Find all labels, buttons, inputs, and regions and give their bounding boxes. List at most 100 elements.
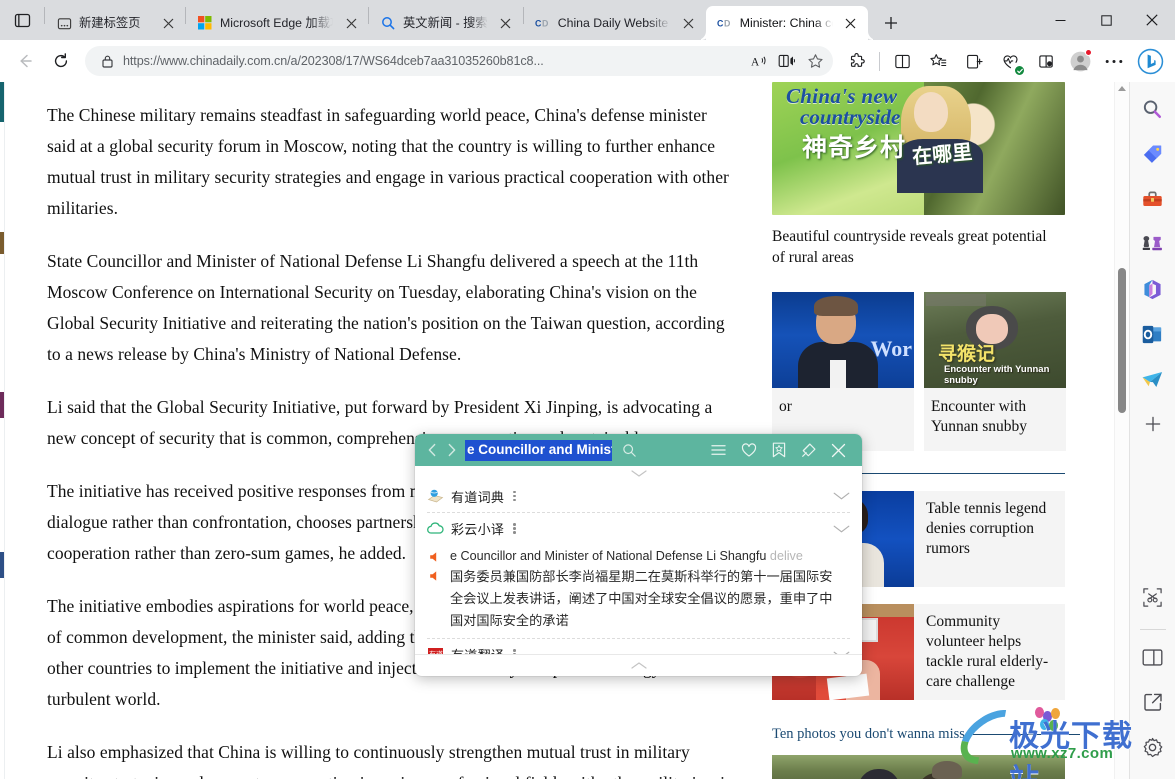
hero-overlay-cn1: 神奇乡村 bbox=[802, 134, 907, 162]
back-button[interactable] bbox=[9, 45, 41, 77]
engine-row-caiyun[interactable]: 彩云小译 bbox=[427, 512, 850, 544]
close-window-button[interactable] bbox=[1129, 0, 1175, 40]
rail-card-1[interactable]: 寻猴记 Encounter with Yunnan snubby Encount… bbox=[924, 292, 1066, 451]
collections-icon[interactable] bbox=[922, 45, 954, 77]
microsoft-365-icon[interactable] bbox=[1137, 273, 1169, 305]
settings-more-icon[interactable] bbox=[1098, 45, 1130, 77]
minimize-button[interactable] bbox=[1037, 0, 1083, 40]
search-icon[interactable] bbox=[616, 438, 642, 462]
scroll-up-arrow[interactable] bbox=[1118, 86, 1126, 91]
read-aloud-icon[interactable]: A bbox=[745, 48, 773, 74]
translation-popup-footer[interactable] bbox=[415, 654, 862, 676]
snip-scissors-icon[interactable] bbox=[1137, 581, 1169, 613]
tab-search-icon bbox=[14, 13, 30, 27]
thumb-overlay-text: Wor bbox=[870, 336, 912, 361]
engine-options-icon[interactable] bbox=[513, 523, 516, 534]
split-screen-icon[interactable] bbox=[886, 45, 918, 77]
navigation-toolbar: https://www.chinadaily.com.cn/a/202308/1… bbox=[0, 40, 1175, 82]
extensions-puzzle-icon[interactable] bbox=[841, 45, 873, 77]
china-daily-icon: C D bbox=[535, 15, 551, 31]
tab-close-button[interactable] bbox=[340, 12, 362, 34]
site-lock-icon[interactable] bbox=[101, 54, 114, 68]
toolbar-separator bbox=[879, 51, 880, 71]
engine-row-youdao-fanyi[interactable]: 有道 有道翻译 bbox=[427, 638, 850, 654]
immersive-reader-icon[interactable] bbox=[773, 48, 801, 74]
new-tab-button[interactable] bbox=[874, 6, 908, 40]
search-icon[interactable] bbox=[1137, 93, 1169, 125]
tab-list: 新建标签页 Microsoft Edge 加载项 英文新闻 - 搜索 C D C… bbox=[44, 0, 908, 40]
tab-actions-button[interactable] bbox=[0, 0, 44, 40]
open-external-icon[interactable] bbox=[1137, 686, 1169, 718]
photos-strip-thumbnail[interactable] bbox=[772, 755, 1065, 779]
heart-icon[interactable] bbox=[735, 437, 762, 463]
translation-target-text: 国务委员兼国防部长李尚福星期二在莫斯科举行的第十一届国际安全会议上发表讲话，阐述… bbox=[450, 569, 833, 628]
engine-name: 有道词典 bbox=[451, 489, 505, 505]
back-chevron-icon[interactable] bbox=[423, 439, 442, 461]
browser-essentials-icon[interactable] bbox=[994, 45, 1026, 77]
thumb-overlay-cn: 寻猴记 bbox=[938, 344, 996, 365]
address-bar[interactable]: https://www.chinadaily.com.cn/a/202308/1… bbox=[85, 46, 833, 76]
rail-card-0[interactable]: Wor or bbox=[772, 292, 914, 451]
tab-title: China Daily Website - bbox=[557, 16, 671, 30]
tab-close-button[interactable] bbox=[840, 12, 862, 34]
shopping-tag-icon[interactable] bbox=[1137, 138, 1169, 170]
essentials-ok-badge bbox=[1015, 66, 1024, 75]
bing-copilot-icon[interactable] bbox=[1134, 45, 1166, 77]
menu-icon[interactable] bbox=[705, 437, 732, 463]
profile-avatar-icon[interactable] bbox=[1064, 45, 1096, 77]
tab-close-button[interactable] bbox=[157, 12, 179, 34]
scrollbar-thumb[interactable] bbox=[1118, 268, 1126, 413]
page-viewport: The Chinese military remains steadfast i… bbox=[0, 82, 1175, 779]
tab-close-button[interactable] bbox=[495, 12, 517, 34]
translation-popup[interactable]: e Councillor and Minister bbox=[415, 434, 862, 676]
bing-search-icon bbox=[380, 15, 396, 31]
page-scrollbar[interactable] bbox=[1114, 82, 1129, 779]
engine-options-icon[interactable] bbox=[513, 490, 516, 502]
hero-caption-link[interactable]: Beautiful countryside reveals great pote… bbox=[772, 226, 1052, 268]
ten-photos-label: Ten photos you don't wanna miss bbox=[772, 726, 965, 742]
close-icon[interactable] bbox=[825, 437, 852, 463]
tab-0[interactable]: 新建标签页 bbox=[45, 6, 185, 40]
drop-icon[interactable] bbox=[1030, 45, 1062, 77]
add-tab-to-collection-icon[interactable] bbox=[958, 45, 990, 77]
caiyun-logo-icon bbox=[427, 520, 444, 537]
tab-1[interactable]: Microsoft Edge 加载项 bbox=[186, 6, 368, 40]
thumb-shirt-shape bbox=[830, 360, 846, 388]
tab-3[interactable]: C D China Daily Website - bbox=[524, 6, 706, 40]
ten-photos-link[interactable]: Ten photos you don't wanna miss bbox=[772, 726, 1080, 743]
hero-video-thumbnail[interactable]: China's new countryside 神奇乡村 在哪里 bbox=[772, 82, 1065, 215]
tools-toolbox-icon[interactable] bbox=[1137, 183, 1169, 215]
engine-row-youdao-dict[interactable]: 有道词典 bbox=[427, 480, 850, 512]
translation-query-text[interactable]: e Councillor and Minister bbox=[465, 439, 612, 461]
chevron-down-icon[interactable] bbox=[833, 646, 850, 654]
china-daily-icon: C D bbox=[717, 15, 733, 31]
outlook-icon[interactable] bbox=[1137, 318, 1169, 350]
forward-chevron-icon[interactable] bbox=[442, 439, 461, 461]
chevron-down-icon[interactable] bbox=[833, 520, 850, 538]
engine-options-icon[interactable] bbox=[513, 649, 516, 654]
hero-person-face bbox=[913, 92, 948, 132]
chevron-down-icon[interactable] bbox=[833, 487, 850, 505]
paper-plane-icon[interactable] bbox=[1137, 363, 1169, 395]
tab-4-active[interactable]: C D Minister: China commi bbox=[705, 6, 868, 40]
games-chess-icon[interactable] bbox=[1137, 228, 1169, 260]
add-sidebar-app-icon[interactable] bbox=[1137, 408, 1169, 440]
tab-strip: 新建标签页 Microsoft Edge 加载项 英文新闻 - 搜索 C D C… bbox=[0, 0, 1175, 40]
svg-text:D: D bbox=[724, 18, 730, 28]
gear-settings-icon[interactable] bbox=[1137, 731, 1169, 763]
snub-nosed-monkey-thumb: 寻猴记 Encounter with Yunnan snubby bbox=[924, 292, 1066, 388]
pin-icon[interactable] bbox=[795, 437, 822, 463]
thumb-hair-shape bbox=[814, 296, 858, 316]
bookmark-icon[interactable] bbox=[765, 437, 792, 463]
favorite-star-icon[interactable] bbox=[801, 48, 829, 74]
svg-text:C: C bbox=[535, 18, 542, 28]
url-text[interactable]: https://www.chinadaily.com.cn/a/202308/1… bbox=[123, 54, 745, 68]
tab-2[interactable]: 英文新闻 - 搜索 bbox=[369, 6, 523, 40]
refresh-button[interactable] bbox=[45, 45, 77, 77]
microsoft-logo-icon bbox=[197, 15, 213, 31]
maximize-button[interactable] bbox=[1083, 0, 1129, 40]
article-paragraph: The Chinese military remains steadfast i… bbox=[47, 105, 729, 218]
collapse-up-chevron-icon[interactable] bbox=[427, 466, 850, 480]
hero-overlay-line2: countryside bbox=[800, 105, 901, 129]
split-pane-icon[interactable] bbox=[1137, 641, 1169, 673]
